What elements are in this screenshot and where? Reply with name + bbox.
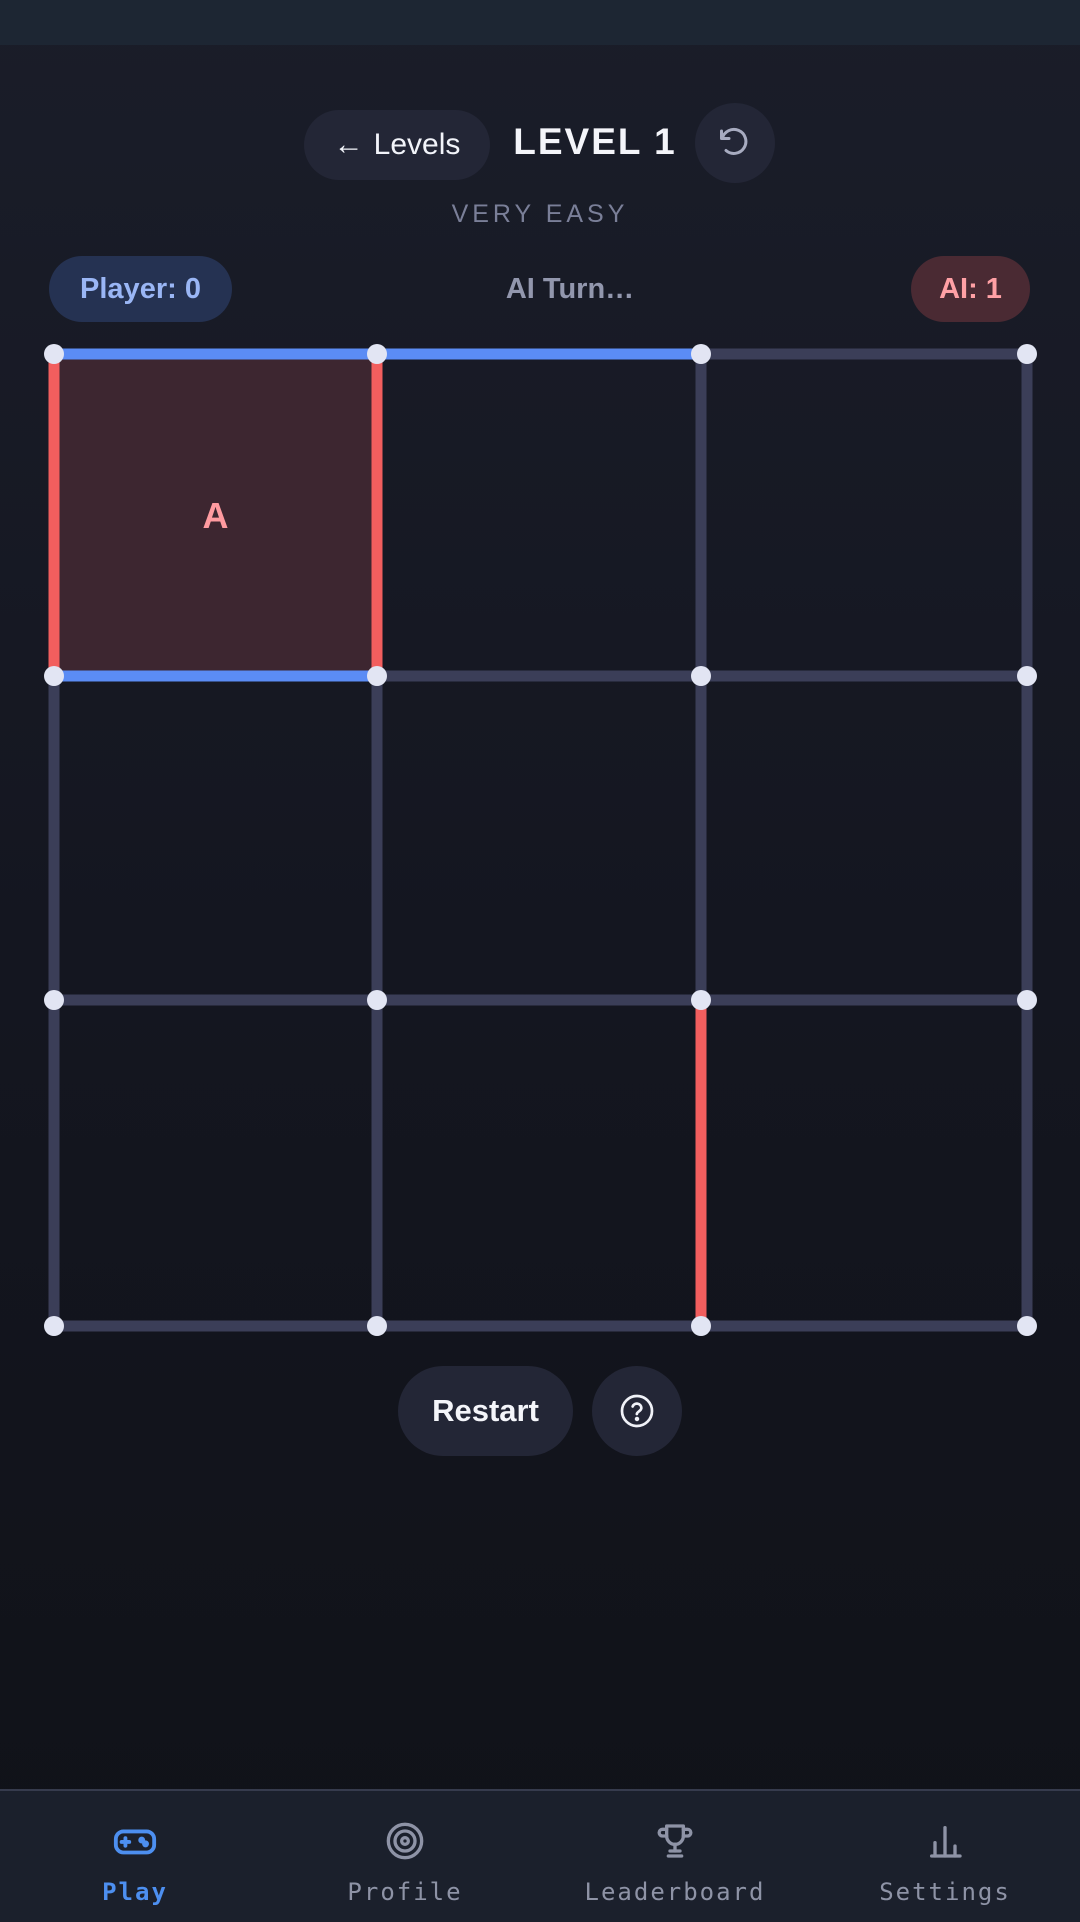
grid-dot [367, 666, 387, 686]
undo-button[interactable] [695, 103, 775, 183]
help-button[interactable] [592, 1366, 682, 1456]
help-circle-icon [620, 1394, 654, 1428]
difficulty-label: VERY EASY [451, 200, 629, 228]
nav-label-settings: Settings [879, 1878, 1011, 1906]
grid-dot [691, 344, 711, 364]
level-title: LEVEL 1 [513, 121, 677, 162]
ai-score-badge: AI: 1 [911, 256, 1030, 322]
grid-dot [44, 666, 64, 686]
nav-item-play[interactable]: Play [0, 1791, 270, 1922]
grid-dot [44, 344, 64, 364]
turn-status: AI Turn… [505, 273, 635, 305]
undo-icon [720, 128, 748, 155]
nav-item-settings[interactable]: Settings [810, 1791, 1080, 1922]
levels-back-button[interactable]: ← Levels [304, 110, 490, 180]
bar-chart-icon [920, 1816, 970, 1866]
grid-dot [44, 1316, 64, 1336]
grid-dot [367, 344, 387, 364]
box-owner-letter: A [203, 495, 229, 536]
status-bar [0, 0, 1080, 45]
target-icon [380, 1816, 430, 1866]
grid-dot [691, 990, 711, 1010]
nav-label-play: Play [102, 1878, 168, 1906]
nav-item-leaderboard[interactable]: Leaderboard [540, 1791, 810, 1922]
grid-dot [1017, 1316, 1037, 1336]
grid-dot [367, 1316, 387, 1336]
grid-dot [1017, 344, 1037, 364]
player-score-badge: Player: 0 [49, 256, 232, 322]
restart-button[interactable]: Restart [398, 1366, 573, 1456]
grid-dot [1017, 666, 1037, 686]
trophy-icon [650, 1816, 700, 1866]
nav-label-leaderboard: Leaderboard [584, 1878, 766, 1906]
back-arrow-icon: ← [333, 128, 364, 161]
grid-dot [691, 1316, 711, 1336]
bottom-nav: Play Profile Leaderboard Settings [0, 1789, 1080, 1922]
nav-label-profile: Profile [347, 1878, 463, 1906]
gamepad-icon [110, 1816, 160, 1866]
action-bar: Restart [0, 1366, 1080, 1456]
header: ← Levels LEVEL 1 [0, 103, 1080, 185]
nav-item-profile[interactable]: Profile [270, 1791, 540, 1922]
grid-dot [44, 990, 64, 1010]
levels-button-label: Levels [373, 128, 461, 161]
grid-dot [691, 666, 711, 686]
score-row: Player: 0 AI Turn… AI: 1 [0, 256, 1080, 322]
grid-dot [367, 990, 387, 1010]
grid-dot [1017, 990, 1037, 1010]
